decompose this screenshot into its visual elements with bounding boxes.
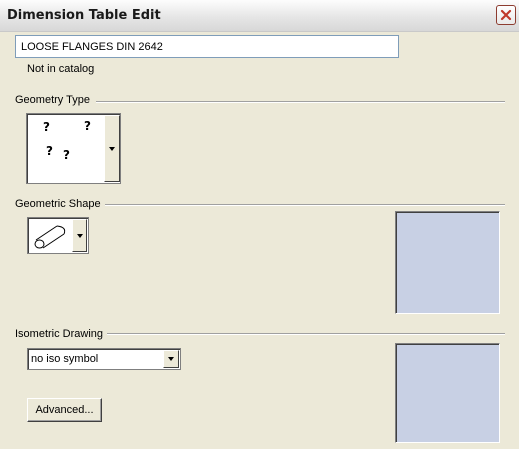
isometric-drawing-heading: Isometric Drawing [15, 328, 108, 340]
close-icon [500, 9, 512, 21]
geometric-shape-selector[interactable] [27, 217, 89, 254]
unknown-symbol-icon: ? [84, 119, 91, 133]
window-title: Dimension Table Edit [7, 8, 161, 23]
geometric-shape-separator [102, 204, 505, 206]
geometry-type-selector[interactable]: ? ? ? ? [26, 113, 121, 184]
iso-symbol-select[interactable]: no iso symbol [27, 348, 181, 370]
geometric-shape-dropdown-button[interactable] [72, 219, 87, 252]
unknown-symbol-icon: ? [46, 144, 53, 158]
name-field[interactable] [15, 35, 399, 58]
catalog-status-label: Not in catalog [27, 63, 95, 75]
isometric-drawing-preview [395, 343, 500, 443]
iso-symbol-dropdown-button[interactable] [163, 350, 179, 368]
unknown-symbol-icon: ? [43, 120, 50, 134]
cylinder-icon [34, 225, 66, 249]
unknown-symbol-icon: ? [63, 148, 70, 162]
geometry-type-dropdown-button[interactable] [104, 115, 120, 182]
geometry-type-heading: Geometry Type [15, 94, 94, 106]
advanced-button[interactable]: Advanced... [27, 398, 102, 422]
close-button[interactable] [496, 5, 516, 25]
title-bar: Dimension Table Edit [0, 0, 519, 32]
geometric-shape-preview [395, 211, 500, 314]
geometry-type-separator [96, 101, 505, 103]
geometric-shape-heading: Geometric Shape [15, 198, 105, 210]
isometric-drawing-separator [104, 333, 505, 335]
iso-symbol-value: no iso symbol [31, 353, 99, 365]
